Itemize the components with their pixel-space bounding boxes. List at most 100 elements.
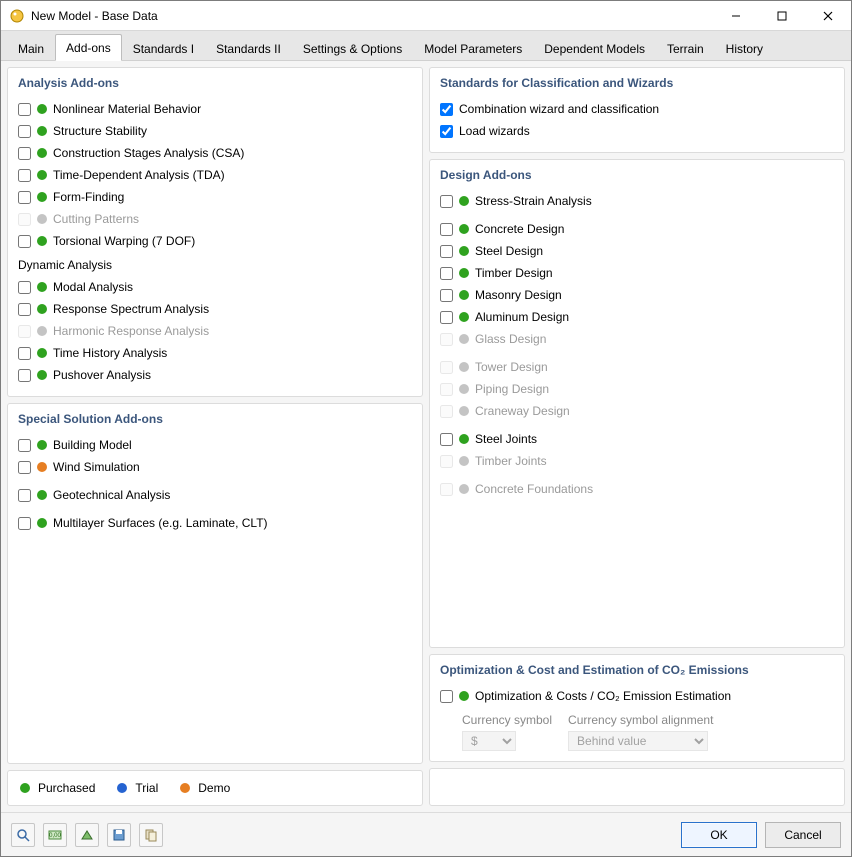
check-construction-stages-analysis-csa[interactable]: Construction Stages Analysis (CSA)	[18, 142, 412, 164]
checkbox[interactable]	[18, 103, 31, 116]
check-label: Geotechnical Analysis	[53, 488, 170, 502]
maximize-button[interactable]	[759, 1, 805, 30]
status-dot-icon	[459, 434, 469, 444]
checkbox[interactable]	[440, 289, 453, 302]
check-label: Form-Finding	[53, 190, 124, 204]
checkbox	[440, 483, 453, 496]
tab-history[interactable]: History	[715, 35, 774, 61]
check-optimization-costs[interactable]: Optimization & Costs / CO₂ Emission Esti…	[440, 685, 834, 707]
tab-model-parameters[interactable]: Model Parameters	[413, 35, 533, 61]
window-title: New Model - Base Data	[31, 9, 158, 23]
check-structure-stability[interactable]: Structure Stability	[18, 120, 412, 142]
check-cutting-patterns: Cutting Patterns	[18, 208, 412, 230]
checkbox[interactable]	[440, 195, 453, 208]
checkbox[interactable]	[18, 169, 31, 182]
status-dot-icon	[459, 312, 469, 322]
check-label: Stress-Strain Analysis	[475, 194, 592, 208]
checkbox[interactable]	[18, 191, 31, 204]
tool-copy-icon[interactable]	[139, 823, 163, 847]
tool-inspect-icon[interactable]	[11, 823, 35, 847]
checkbox[interactable]	[18, 235, 31, 248]
ok-button[interactable]: OK	[681, 822, 757, 848]
panel-title: Optimization & Cost and Estimation of CO…	[440, 663, 834, 677]
checkbox[interactable]	[18, 125, 31, 138]
checkbox[interactable]	[18, 347, 31, 360]
status-dot-icon	[459, 384, 469, 394]
currency-symbol-select[interactable]: $	[462, 731, 516, 751]
check-label: Aluminum Design	[475, 310, 569, 324]
check-time-dependent-analysis-tda[interactable]: Time-Dependent Analysis (TDA)	[18, 164, 412, 186]
check-masonry-design[interactable]: Masonry Design	[440, 284, 834, 306]
checkbox[interactable]	[440, 433, 453, 446]
close-button[interactable]	[805, 1, 851, 30]
check-load-wizards[interactable]: Load wizards	[440, 120, 834, 142]
legend-dot-demo	[180, 783, 190, 793]
checkbox[interactable]	[18, 489, 31, 502]
check-label: Masonry Design	[475, 288, 562, 302]
checkbox[interactable]	[440, 103, 453, 116]
tab-add-ons[interactable]: Add-ons	[55, 34, 122, 61]
check-timber-design[interactable]: Timber Design	[440, 262, 834, 284]
tab-standards-ii[interactable]: Standards II	[205, 35, 292, 61]
tab-main[interactable]: Main	[7, 35, 55, 61]
currency-alignment-select[interactable]: Behind value	[568, 731, 708, 751]
checkbox[interactable]	[18, 369, 31, 382]
check-geotechnical-analysis[interactable]: Geotechnical Analysis	[18, 484, 412, 506]
right-column: Standards for Classification and Wizards…	[429, 67, 845, 806]
minimize-button[interactable]	[713, 1, 759, 30]
button-label: Cancel	[784, 828, 821, 842]
check-glass-design: Glass Design	[440, 328, 834, 350]
tool-units-icon[interactable]: 0,00	[43, 823, 67, 847]
check-modal-analysis[interactable]: Modal Analysis	[18, 276, 412, 298]
check-wind-simulation[interactable]: Wind Simulation	[18, 456, 412, 478]
checkbox[interactable]	[440, 267, 453, 280]
checkbox	[440, 361, 453, 374]
checkbox[interactable]	[440, 690, 453, 703]
checkbox[interactable]	[18, 517, 31, 530]
check-response-spectrum-analysis[interactable]: Response Spectrum Analysis	[18, 298, 412, 320]
check-form-finding[interactable]: Form-Finding	[18, 186, 412, 208]
check-aluminum-design[interactable]: Aluminum Design	[440, 306, 834, 328]
subheading-dynamic-analysis: Dynamic Analysis	[18, 258, 412, 272]
status-dot-icon	[459, 406, 469, 416]
checkbox[interactable]	[440, 125, 453, 138]
status-dot-icon	[37, 192, 47, 202]
check-label: Time History Analysis	[53, 346, 167, 360]
check-time-history-analysis[interactable]: Time History Analysis	[18, 342, 412, 364]
tab-terrain[interactable]: Terrain	[656, 35, 715, 61]
checkbox[interactable]	[440, 223, 453, 236]
check-pushover-analysis[interactable]: Pushover Analysis	[18, 364, 412, 386]
check-torsional-warping-7-dof[interactable]: Torsional Warping (7 DOF)	[18, 230, 412, 252]
check-building-model[interactable]: Building Model	[18, 434, 412, 456]
status-dot-icon	[37, 126, 47, 136]
checkbox[interactable]	[18, 461, 31, 474]
checkbox[interactable]	[440, 311, 453, 324]
check-nonlinear-material-behavior[interactable]: Nonlinear Material Behavior	[18, 98, 412, 120]
check-tower-design: Tower Design	[440, 356, 834, 378]
status-dot-icon	[459, 224, 469, 234]
tool-save-icon[interactable]	[107, 823, 131, 847]
currency-settings: Currency symbol $ Currency symbol alignm…	[462, 713, 834, 751]
legend-label-purchased: Purchased	[38, 781, 95, 795]
checkbox	[440, 383, 453, 396]
check-stress-strain-analysis[interactable]: Stress-Strain Analysis	[440, 190, 834, 212]
tool-export-icon[interactable]	[75, 823, 99, 847]
tab-dependent-models[interactable]: Dependent Models	[533, 35, 656, 61]
tab-settings-options[interactable]: Settings & Options	[292, 35, 413, 61]
tab-standards-i[interactable]: Standards I	[122, 35, 205, 61]
cancel-button[interactable]: Cancel	[765, 822, 841, 848]
check-combination-wizard-and-classification[interactable]: Combination wizard and classification	[440, 98, 834, 120]
check-steel-joints[interactable]: Steel Joints	[440, 428, 834, 450]
checkbox[interactable]	[440, 245, 453, 258]
checkbox[interactable]	[18, 281, 31, 294]
check-label: Glass Design	[475, 332, 546, 346]
check-label: Modal Analysis	[53, 280, 133, 294]
check-multilayer-surfaces-e-g-laminate-clt[interactable]: Multilayer Surfaces (e.g. Laminate, CLT)	[18, 512, 412, 534]
check-concrete-design[interactable]: Concrete Design	[440, 218, 834, 240]
checkbox[interactable]	[18, 147, 31, 160]
check-steel-design[interactable]: Steel Design	[440, 240, 834, 262]
window-root: New Model - Base Data MainAdd-onsStandar…	[0, 0, 852, 857]
legend-dot-trial	[117, 783, 127, 793]
checkbox[interactable]	[18, 303, 31, 316]
checkbox[interactable]	[18, 439, 31, 452]
